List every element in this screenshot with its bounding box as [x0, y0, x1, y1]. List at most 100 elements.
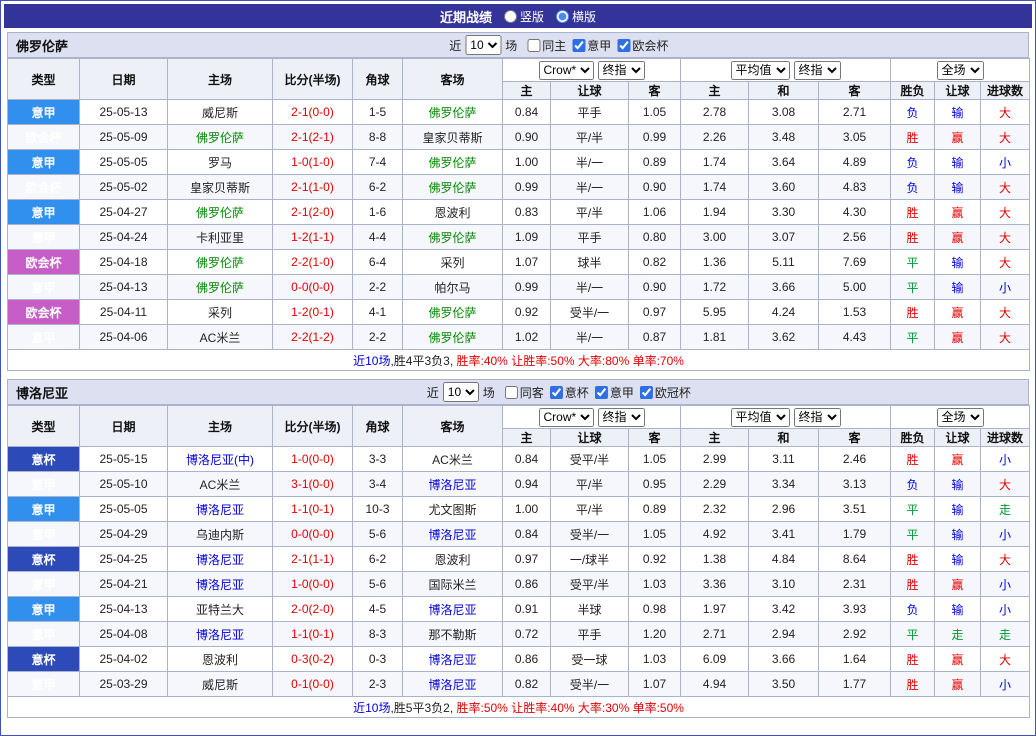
match-score: 2-1(2-1)	[273, 125, 353, 150]
result-outcome: 平	[891, 497, 935, 522]
corner-count: 2-2	[353, 275, 403, 300]
result-outcome: 平	[891, 275, 935, 300]
final-index-select[interactable]: 终指	[794, 408, 841, 427]
match-score: 2-1(2-0)	[273, 200, 353, 225]
league-filter-checkbox-input[interactable]	[505, 386, 518, 399]
handicap-away-odds: 1.05	[629, 522, 681, 547]
result-outcome: 平	[891, 250, 935, 275]
matches-table: 类型 日期 主场 比分(半场) 角球 客场 Crow*终指 平均值终指 全场	[7, 405, 1030, 718]
league-filter-checkbox-input[interactable]	[550, 386, 563, 399]
league-filter-checkbox-input[interactable]	[617, 39, 630, 52]
match-count-select[interactable]: 10	[443, 382, 479, 402]
league-filter-checkbox[interactable]: 意甲	[566, 37, 611, 54]
away-team: 博洛尼亚	[403, 597, 503, 622]
result-handicap: 输	[935, 275, 981, 300]
match-row: 欧会杯25-04-18佛罗伦萨2-2(1-0)6-4采列1.07球半0.821.…	[8, 250, 1030, 275]
bookmaker-select[interactable]: Crow*	[539, 61, 594, 80]
result-goals: 大	[981, 175, 1030, 200]
sub-header-handicap-result: 让球	[935, 82, 981, 100]
record-summary: 近10场,胜5平3负2, 胜率:50% 让胜率:40% 大率:30% 单率:50…	[8, 697, 1030, 718]
corner-count: 1-5	[353, 100, 403, 125]
match-row: 意甲25-04-24卡利亚里1-2(1-1)4-4佛罗伦萨1.09平手0.803…	[8, 225, 1030, 250]
result-outcome: 胜	[891, 125, 935, 150]
handicap-home-odds: 0.72	[503, 622, 551, 647]
sub-header-avg-away: 客	[819, 429, 891, 447]
match-row: 意杯25-05-15博洛尼亚(中)1-0(0-0)3-3AC米兰0.84受平/半…	[8, 447, 1030, 472]
horizontal-radio-input[interactable]	[556, 10, 569, 23]
summary-segment: 大率:80%	[575, 354, 630, 368]
average-select[interactable]: 平均值	[731, 61, 790, 80]
away-team: 博洛尼亚	[403, 522, 503, 547]
league-filter-checkbox-input[interactable]	[527, 39, 540, 52]
handicap-line: 平手	[551, 225, 629, 250]
final-index-select[interactable]: 终指	[794, 61, 841, 80]
result-goals: 大	[981, 250, 1030, 275]
sub-header-handicap: 让球	[551, 82, 629, 100]
avg-away-odds: 4.89	[819, 150, 891, 175]
result-goals: 大	[981, 647, 1030, 672]
result-handicap: 输	[935, 250, 981, 275]
handicap-home-odds: 0.83	[503, 200, 551, 225]
scope-select[interactable]: 全场	[937, 61, 984, 80]
team-name: 佛罗伦萨	[16, 36, 68, 55]
result-goals: 小	[981, 522, 1030, 547]
avg-away-odds: 3.51	[819, 497, 891, 522]
league-badge: 意甲	[8, 325, 80, 350]
col-header-home: 主场	[168, 406, 273, 447]
league-filter-checkbox[interactable]: 欧会杯	[611, 37, 668, 54]
league-filter-checkboxes: 同客意杯意甲 欧冠杯	[499, 384, 691, 401]
corner-count: 6-4	[353, 250, 403, 275]
avg-home-odds: 1.36	[681, 250, 749, 275]
result-goals: 小	[981, 572, 1030, 597]
layout-radio-vertical[interactable]: 竖版	[504, 8, 544, 25]
home-team: 博洛尼亚(中)	[168, 447, 273, 472]
home-team: 威尼斯	[168, 100, 273, 125]
match-row: 欧会杯25-05-09佛罗伦萨2-1(2-1)8-8皇家贝蒂斯0.90平/半0.…	[8, 125, 1030, 150]
match-count-select[interactable]: 10	[465, 35, 501, 55]
league-badge: 意甲	[8, 497, 80, 522]
league-filter-checkbox[interactable]: 同客	[499, 384, 544, 401]
scope-header: 全场	[891, 406, 1030, 429]
match-score: 1-1(0-1)	[273, 622, 353, 647]
final-index-select[interactable]: 终指	[598, 408, 645, 427]
league-filter-checkbox-label: 欧冠杯	[655, 384, 691, 401]
league-filter-checkbox[interactable]: 意杯	[544, 384, 589, 401]
home-team: 罗马	[168, 150, 273, 175]
avg-home-odds: 3.36	[681, 572, 749, 597]
avg-draw-odds: 3.62	[749, 325, 819, 350]
match-score: 2-0(2-0)	[273, 597, 353, 622]
layout-radio-horizontal[interactable]: 横版	[556, 8, 596, 25]
handicap-home-odds: 0.84	[503, 100, 551, 125]
scope-select[interactable]: 全场	[937, 408, 984, 427]
match-score: 0-0(0-0)	[273, 275, 353, 300]
handicap-line: 受半/一	[551, 300, 629, 325]
result-handicap: 赢	[935, 325, 981, 350]
handicap-away-odds: 1.20	[629, 622, 681, 647]
result-goals: 大	[981, 472, 1030, 497]
league-filter-checkboxes: 同主意甲欧会杯	[521, 37, 668, 54]
summary-segment: 单率:70%	[629, 354, 684, 368]
league-filter-checkbox[interactable]: 意甲	[589, 384, 634, 401]
summary-segment: 胜率:50%	[457, 701, 508, 715]
bookmaker-select[interactable]: Crow*	[539, 408, 594, 427]
average-select[interactable]: 平均值	[731, 408, 790, 427]
result-goals: 小	[981, 672, 1030, 697]
league-filter-checkbox-input[interactable]	[572, 39, 585, 52]
league-badge: 意甲	[8, 200, 80, 225]
result-outcome: 负	[891, 597, 935, 622]
match-date: 25-04-21	[80, 572, 168, 597]
match-row: 意甲25-05-10AC米兰3-1(0-0)3-4博洛尼亚0.94平/半0.95…	[8, 472, 1030, 497]
col-header-away: 客场	[403, 59, 503, 100]
league-filter-checkbox[interactable]: 欧冠杯	[634, 384, 691, 401]
league-filter-checkbox[interactable]: 同主	[521, 37, 566, 54]
league-filter-checkbox-input[interactable]	[595, 386, 608, 399]
result-goals: 小	[981, 597, 1030, 622]
handicap-line: 半/一	[551, 325, 629, 350]
games-label: 场	[505, 37, 517, 54]
vertical-radio-input[interactable]	[504, 10, 517, 23]
match-filters: 近 10 场 同主意甲欧会杯	[449, 35, 668, 55]
match-row: 意甲25-04-29乌迪内斯0-0(0-0)5-6博洛尼亚0.84受半/一1.0…	[8, 522, 1030, 547]
final-index-select[interactable]: 终指	[598, 61, 645, 80]
league-filter-checkbox-input[interactable]	[640, 386, 653, 399]
match-date: 25-04-24	[80, 225, 168, 250]
